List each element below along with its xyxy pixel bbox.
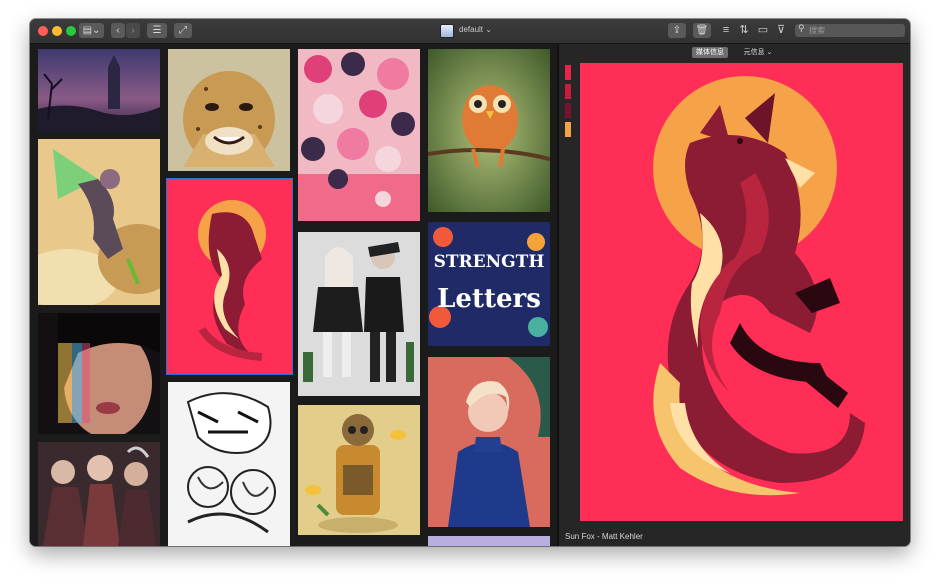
share-button[interactable]: ⇪	[668, 23, 686, 38]
chevron-down-icon: ⌄	[766, 49, 773, 56]
color-swatch[interactable]	[565, 103, 571, 118]
toolbar: ▤⌄ ‹ › ☰ ⤢ default ⌄ ⇪ 🗑︎ ≡ ⇅ ▭ ⊽ ⚲ 搜索	[30, 19, 910, 44]
thumbnail-lavender[interactable]	[428, 536, 550, 546]
sort-icon[interactable]: ⇅	[738, 23, 750, 38]
thumbnail-prism-portrait[interactable]	[38, 313, 160, 434]
sun-fox-artwork	[580, 63, 903, 521]
media-grid: STRENGTH Letters	[30, 44, 557, 546]
trash-icon: 🗑︎	[695, 25, 709, 36]
thumbnail-owl[interactable]	[428, 49, 550, 212]
thumbnail-group-figures[interactable]	[38, 442, 160, 546]
zoom-window-button[interactable]	[66, 26, 76, 36]
thumbnail-sun-fox[interactable]	[166, 178, 293, 375]
thumbnail-tiger-sketch[interactable]	[168, 382, 290, 546]
library-icon	[440, 24, 454, 38]
tab-media-info[interactable]: 媒体信息	[692, 47, 728, 58]
thumbnail-dusk-ruins[interactable]	[38, 49, 160, 132]
thumbnail-two-figures[interactable]	[298, 232, 420, 396]
filter-icon[interactable]: ⊽	[775, 23, 787, 38]
thumbnail-winged-warrior[interactable]	[38, 139, 160, 305]
window-title: default	[459, 25, 484, 34]
thumbnail-strength-in-letters[interactable]: STRENGTH Letters	[428, 222, 550, 346]
share-icon: ⇪	[672, 25, 682, 36]
list-view-icon[interactable]: ≡	[720, 23, 732, 38]
app-window: ▤⌄ ‹ › ☰ ⤢ default ⌄ ⇪ 🗑︎ ≡ ⇅ ▭ ⊽ ⚲ 搜索 S…	[30, 19, 910, 546]
thumbnail-cheetah[interactable]	[168, 49, 290, 171]
display-icon[interactable]: ▭	[757, 23, 769, 38]
search-placeholder: 搜索	[809, 26, 825, 35]
thumbnail-bee-robot[interactable]	[298, 405, 420, 535]
list-menu-button[interactable]: ☰	[147, 23, 167, 38]
search-field[interactable]: ⚲ 搜索	[795, 23, 905, 37]
image-caption: Sun Fox - Matt Kehler	[565, 532, 643, 541]
minimize-window-button[interactable]	[52, 26, 62, 36]
tab-meta-info[interactable]: 元信息 ⌄	[741, 47, 775, 58]
back-button[interactable]: ‹	[111, 23, 125, 38]
forward-button[interactable]: ›	[126, 23, 140, 38]
expand-button[interactable]: ⤢	[174, 23, 192, 38]
color-swatch[interactable]	[565, 65, 571, 80]
color-swatch[interactable]	[565, 84, 571, 99]
inspector-panel: 媒体信息 元信息 ⌄ Sun Fox - Matt Kehler	[559, 44, 910, 546]
expand-icon: ⤢	[179, 25, 187, 36]
close-window-button[interactable]	[38, 26, 48, 36]
layout-toggle-icon: ▤⌄	[82, 25, 101, 36]
thumbnail-pattern-crowd[interactable]	[298, 49, 420, 221]
color-swatch[interactable]	[565, 122, 571, 137]
chevron-down-icon: ⌄	[485, 25, 492, 34]
tab-meta-info-label: 元信息	[743, 49, 765, 56]
forward-icon: ›	[131, 25, 135, 36]
list-icon: ☰	[152, 25, 162, 36]
trash-button[interactable]: 🗑︎	[693, 23, 711, 38]
thumbnail-blue-sweater-girl[interactable]	[428, 357, 550, 527]
svg-text:Letters: Letters	[437, 284, 541, 314]
back-icon: ‹	[116, 25, 120, 36]
magnifier-icon: ⚲	[798, 23, 805, 33]
layout-toggle-button[interactable]: ▤⌄	[79, 23, 104, 38]
image-preview[interactable]	[580, 63, 903, 521]
svg-text:STRENGTH: STRENGTH	[434, 252, 545, 272]
